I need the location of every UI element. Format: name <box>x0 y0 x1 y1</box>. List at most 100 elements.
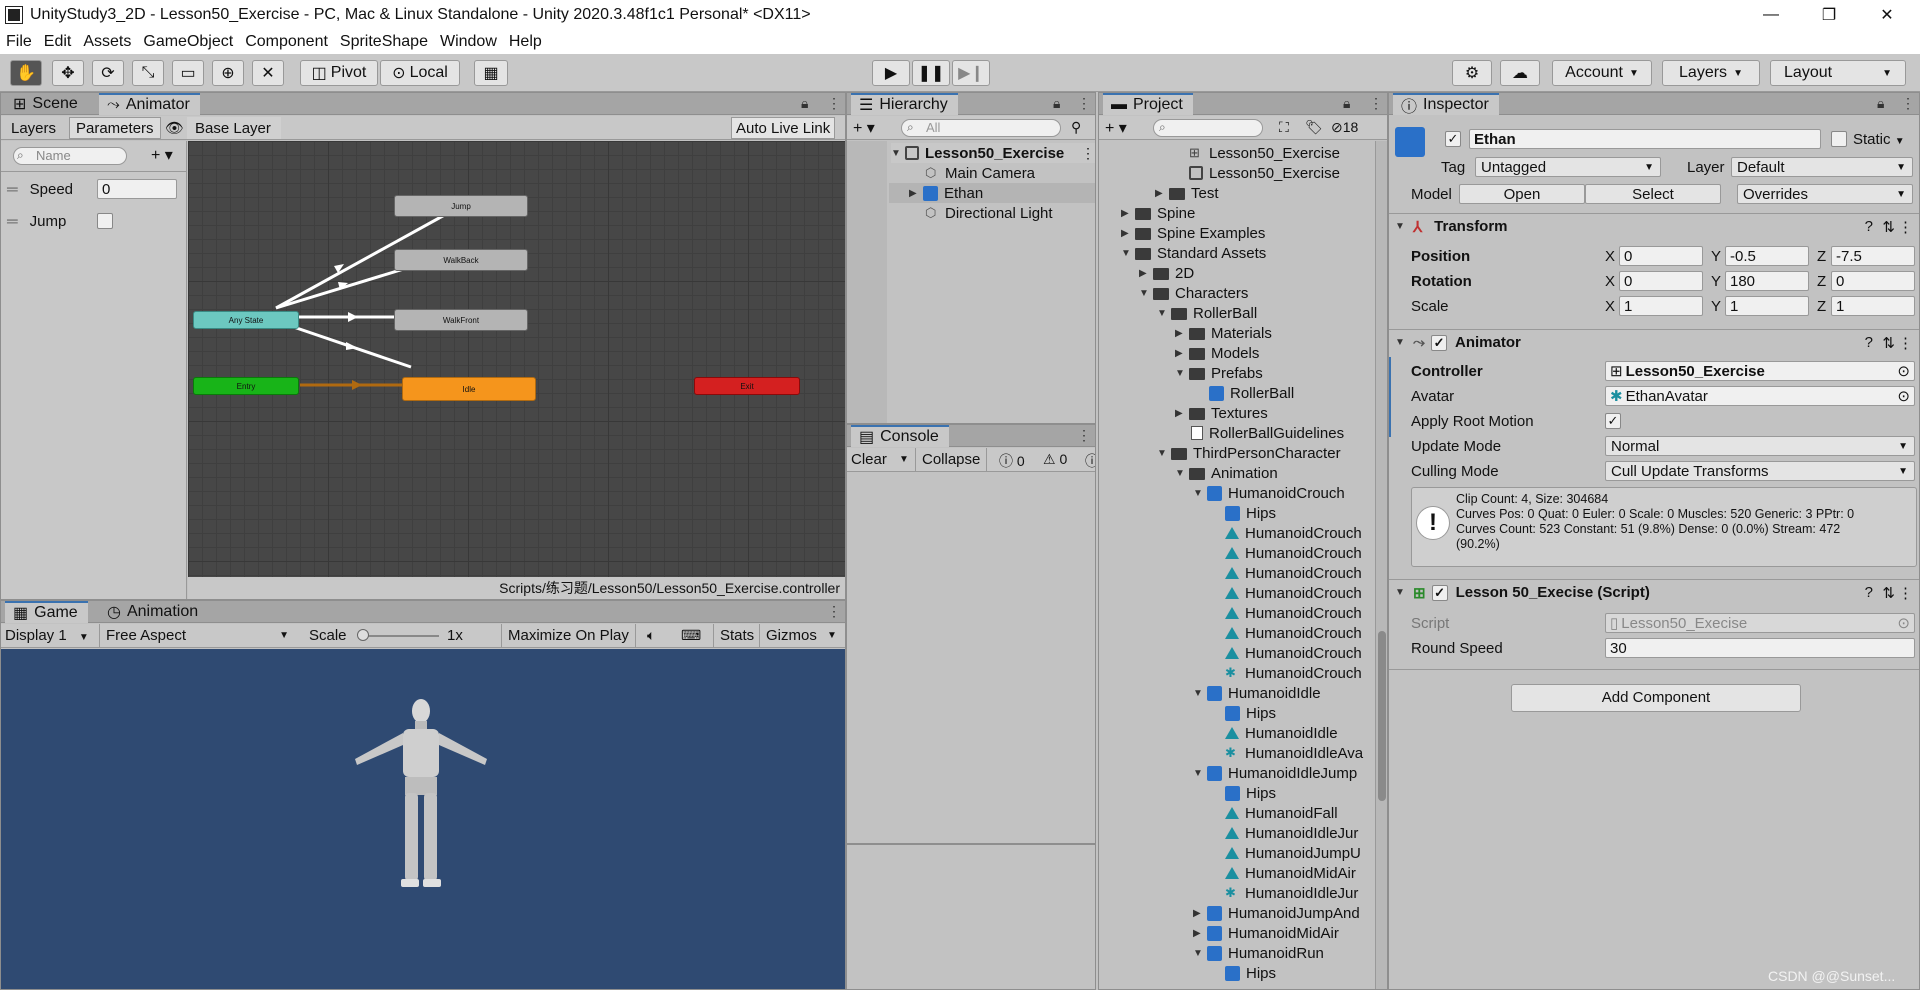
project-item[interactable]: ⊞ Lesson50_Exercise <box>1189 143 1340 163</box>
move-tool-icon[interactable]: ✥ <box>52 60 84 86</box>
position-y-field[interactable]: -0.5 <box>1725 246 1809 266</box>
tab-game[interactable]: ▦ Game <box>5 601 88 623</box>
chevron-down-icon[interactable]: ▼ <box>899 454 909 465</box>
project-item[interactable]: ✱ HumanoidIdleJur <box>1225 883 1358 903</box>
project-item[interactable]: ▶ Textures <box>1175 403 1268 423</box>
project-item[interactable]: ▶ Materials <box>1175 323 1272 343</box>
project-item[interactable]: HumanoidCrouch <box>1225 523 1362 543</box>
project-item[interactable]: RollerBall <box>1209 383 1294 403</box>
play-button[interactable]: ▶ <box>872 60 910 86</box>
lock-icon[interactable]: 🔒︎ <box>1053 95 1060 112</box>
state-walkback[interactable]: WalkBack <box>394 249 528 271</box>
animator-component-header[interactable]: ▼ ⤳ ✓ Animator ? ⇅ ⋮ <box>1389 329 1919 355</box>
kebab-menu-icon[interactable]: ⋮ <box>1901 95 1915 112</box>
pivot-button[interactable]: ◫ Pivot <box>300 60 378 86</box>
project-search-input[interactable] <box>1153 119 1263 137</box>
hierarchy-item-selected[interactable]: ▶ Ethan <box>889 183 1095 203</box>
rect-tool-icon[interactable]: ▭ <box>172 60 204 86</box>
hierarchy-item[interactable]: ⬡ Directional Light <box>925 203 1053 223</box>
error-count-toggle[interactable]: ⓘ 0 <box>999 451 1025 471</box>
project-item[interactable]: RollerBallGuidelines <box>1191 423 1344 443</box>
script-component-header[interactable]: ▼ ⊞ ✓ Lesson 50_Execise (Script) ? ⇅ ⋮ <box>1389 579 1919 605</box>
parameter-row[interactable]: ═ Jump <box>7 211 66 231</box>
project-item[interactable]: ▼ Characters <box>1139 283 1248 303</box>
hierarchy-item[interactable]: ⬡ Main Camera <box>925 163 1035 183</box>
auto-live-link-button[interactable]: Auto Live Link <box>731 117 836 139</box>
static-dropdown[interactable]: Static ▼ <box>1853 131 1905 148</box>
stats-toggle[interactable]: Stats <box>713 624 760 648</box>
project-item[interactable]: HumanoidIdle <box>1225 723 1338 743</box>
project-item[interactable]: Lesson50_Exercise <box>1189 163 1340 183</box>
step-button[interactable]: ▶❙ <box>952 60 990 86</box>
scale-y-field[interactable]: 1 <box>1725 296 1809 316</box>
layout-dropdown[interactable]: Layout ▼ <box>1770 60 1906 86</box>
project-item[interactable]: ✱ HumanoidCrouch <box>1225 663 1362 683</box>
tab-animation[interactable]: ◷ Animation <box>99 601 208 623</box>
menu-edit[interactable]: Edit <box>38 33 78 51</box>
project-item[interactable]: HumanoidCrouch <box>1225 543 1362 563</box>
menu-assets[interactable]: Assets <box>77 33 137 51</box>
keyboard-icon[interactable]: ⌨ <box>681 627 701 644</box>
project-item[interactable]: HumanoidMidAir <box>1225 863 1356 883</box>
project-item[interactable]: Hips <box>1225 503 1276 523</box>
rotation-x-field[interactable]: 0 <box>1619 271 1703 291</box>
project-item[interactable]: ▼ Prefabs <box>1175 363 1263 383</box>
search-by-label-icon[interactable]: 🏷︎ <box>1305 119 1323 136</box>
active-checkbox[interactable]: ✓ <box>1445 131 1461 147</box>
speed-value-field[interactable]: 0 <box>97 179 177 199</box>
collab-icon[interactable]: ⚙ <box>1452 60 1492 86</box>
kebab-menu-icon[interactable]: ⋮ <box>1077 427 1091 444</box>
cloud-icon[interactable]: ☁ <box>1500 60 1540 86</box>
maximize-button[interactable]: ❐ <box>1800 0 1858 30</box>
project-item[interactable]: Hips <box>1225 703 1276 723</box>
hierarchy-search-input[interactable]: All <box>901 119 1061 137</box>
project-item[interactable]: ▶ 2D <box>1139 263 1194 283</box>
project-item[interactable]: HumanoidJumpU <box>1225 843 1361 863</box>
hidden-packages-toggle[interactable]: ⊘18 <box>1331 119 1358 136</box>
create-asset-button[interactable]: + ▾ <box>1105 118 1127 138</box>
kebab-menu-icon[interactable]: ⋮ <box>1898 584 1913 602</box>
tab-console[interactable]: ▤ Console <box>851 425 949 447</box>
scale-slider[interactable] <box>359 635 439 637</box>
state-jump[interactable]: Jump <box>394 195 528 217</box>
position-z-field[interactable]: -7.5 <box>1831 246 1915 266</box>
help-icon[interactable]: ? <box>1865 584 1873 601</box>
tab-hierarchy[interactable]: ☰ Hierarchy <box>851 93 958 115</box>
tab-inspector[interactable]: ⓘ Inspector <box>1393 93 1499 116</box>
collapse-toggle[interactable]: Collapse <box>915 448 988 472</box>
create-button[interactable]: + ▾ <box>853 118 875 138</box>
menu-window[interactable]: Window <box>434 33 503 51</box>
warning-count-toggle[interactable]: ⚠ 0 <box>1043 451 1067 468</box>
custom-tool-icon[interactable]: ✕ <box>252 60 284 86</box>
rotation-y-field[interactable]: 180 <box>1725 271 1809 291</box>
project-item[interactable]: HumanoidFall <box>1225 803 1338 823</box>
static-checkbox[interactable] <box>1831 131 1847 147</box>
transform-tool-icon[interactable]: ⊕ <box>212 60 244 86</box>
project-item[interactable]: ▼ HumanoidRun <box>1193 943 1324 963</box>
lock-icon[interactable]: 🔒︎ <box>1877 95 1884 112</box>
project-item[interactable]: ▶ Models <box>1175 343 1259 363</box>
scene-row[interactable]: ▼ Lesson50_Exercise <box>891 143 1095 163</box>
lock-icon[interactable]: 🔒︎ <box>1343 95 1350 112</box>
kebab-menu-icon[interactable]: ⋮ <box>827 603 841 620</box>
project-item[interactable]: HumanoidCrouch <box>1225 643 1362 663</box>
close-button[interactable]: ✕ <box>1858 0 1916 30</box>
project-scrollbar[interactable] <box>1375 141 1387 989</box>
project-item[interactable]: ▼ Standard Assets <box>1121 243 1266 263</box>
help-icon[interactable]: ? <box>1865 334 1873 351</box>
kebab-menu-icon[interactable]: ⋮ <box>1369 95 1383 112</box>
project-item[interactable]: HumanoidCrouch <box>1225 603 1362 623</box>
game-view[interactable] <box>1 649 845 989</box>
animator-enabled-checkbox[interactable]: ✓ <box>1431 334 1448 351</box>
project-item[interactable]: ▼ HumanoidCrouch <box>1193 483 1345 503</box>
search-by-type-icon[interactable]: ⛶ <box>1279 119 1289 136</box>
project-item[interactable]: Hips <box>1225 963 1276 983</box>
menu-spriteshape[interactable]: SpriteShape <box>334 33 434 51</box>
project-item[interactable]: HumanoidCrouch <box>1225 623 1362 643</box>
project-item[interactable]: Hips <box>1225 783 1276 803</box>
select-button[interactable]: Select <box>1585 184 1721 204</box>
apply-root-motion-checkbox[interactable]: ✓ <box>1605 413 1621 429</box>
controller-field[interactable]: ⊞ Lesson50_Exercise ⊙ <box>1605 361 1915 381</box>
subtab-parameters[interactable]: Parameters <box>69 117 161 139</box>
state-any-state[interactable]: Any State <box>193 311 299 329</box>
